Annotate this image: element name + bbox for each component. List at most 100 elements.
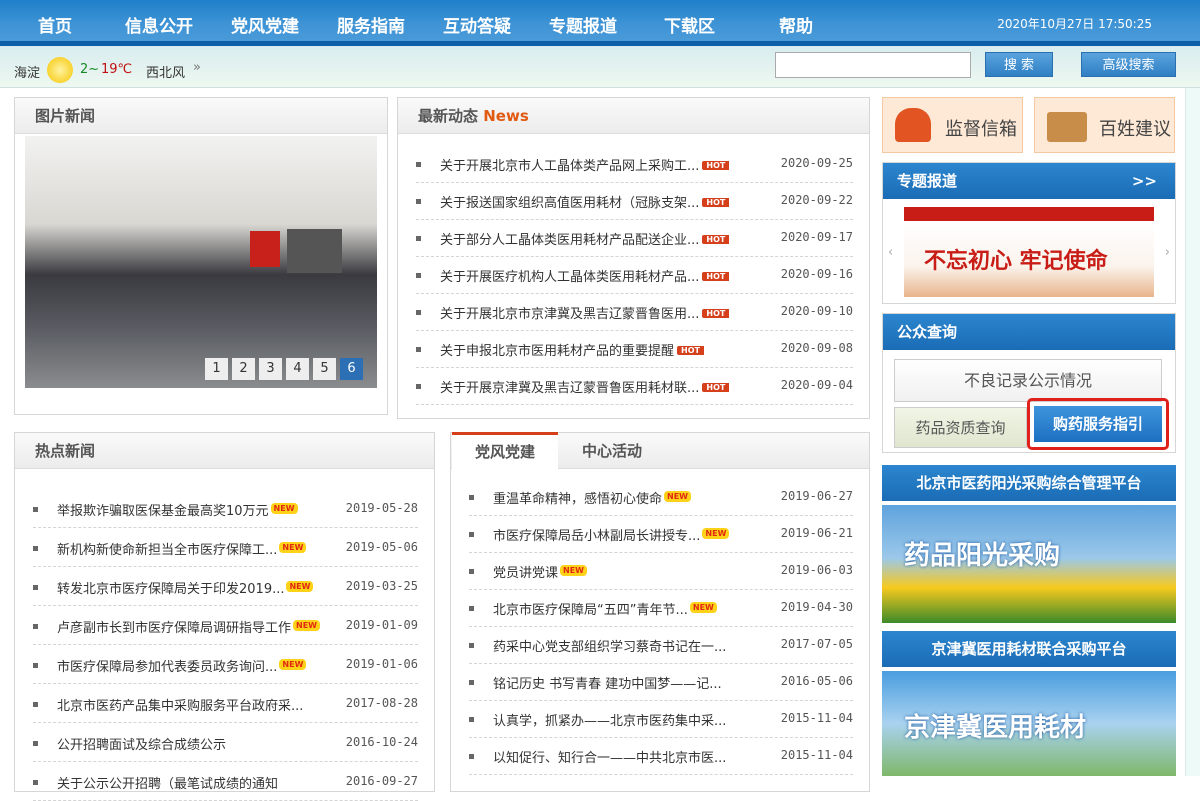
item-title-text: 市医疗保障局岳小林副局长讲授专...	[493, 529, 701, 544]
platform1-banner[interactable]: 药品阳光采购	[882, 505, 1176, 623]
bad-record-button[interactable]: 不良记录公示情况	[894, 359, 1162, 402]
hot-badge: HOT	[702, 198, 730, 207]
page-6-active[interactable]: 6	[340, 358, 363, 380]
nav-qa[interactable]: 互动答疑	[443, 12, 511, 37]
item-date: 2019-06-27	[780, 489, 853, 503]
item-date: 2015-11-04	[780, 711, 853, 725]
new-badge: NEW	[270, 503, 298, 514]
item-title[interactable]: 药采中心党支部组织学习蔡奇书记在一...	[493, 636, 726, 655]
list-item[interactable]: 市医疗保障局参加代表委员政务询问... NEW 2019-01-06	[33, 647, 418, 684]
list-item[interactable]: 以知促行、知行合一——中共北京市医... 2015-11-04	[469, 738, 853, 775]
item-title[interactable]: 关于开展北京市人工晶体类产品网上采购工... HOT	[440, 155, 730, 174]
special-banner[interactable]: 不忘初心 牢记使命	[904, 207, 1154, 297]
item-title[interactable]: 认真学，抓紧办——北京市医药集中采...	[493, 710, 726, 729]
list-item[interactable]: 关于公示公开招聘（最笔试成绩的通知 2016-09-27	[33, 764, 418, 801]
item-title[interactable]: 关于开展京津冀及黑吉辽蒙晋鲁医用耗材联... HOT	[440, 377, 730, 396]
list-item[interactable]: 卢彦副市长到市医疗保障局调研指导工作 NEW 2019-01-09	[33, 608, 418, 645]
page-2[interactable]: 2	[232, 358, 255, 380]
item-title[interactable]: 市医疗保障局参加代表委员政务询问... NEW	[57, 656, 307, 675]
list-item[interactable]: 关于部分人工晶体类医用耗材产品配送企业... HOT 2020-09-17	[416, 220, 853, 257]
item-title[interactable]: 党员讲党课 NEW	[493, 562, 587, 581]
item-title[interactable]: 新机构新使命新担当全市医疗保障工... NEW	[57, 539, 307, 558]
nav-home[interactable]: 首页	[38, 12, 72, 37]
nav-download[interactable]: 下载区	[664, 12, 715, 37]
weather-more[interactable]: »	[193, 60, 201, 75]
advanced-search-button[interactable]: 高级搜索	[1081, 52, 1176, 77]
list-item[interactable]: 铭记历史 书写青春 建功中国梦——记... 2016-05-06	[469, 664, 853, 701]
prev-arrow-icon[interactable]: ‹	[888, 245, 893, 260]
item-date: 2019-06-21	[780, 526, 853, 540]
tab-center-activity[interactable]: 中心活动	[559, 433, 665, 469]
photo-news-image[interactable]: 1 2 3 4 5 6	[25, 136, 377, 388]
item-title-text: 关于开展北京市人工晶体类产品网上采购工...	[440, 159, 700, 174]
list-item[interactable]: 重温革命精神，感悟初心使命 NEW 2019-06-27	[469, 479, 853, 516]
bullet-icon	[33, 702, 38, 707]
page-1[interactable]: 1	[205, 358, 228, 380]
list-item[interactable]: 关于开展北京市京津冀及黑吉辽蒙晋鲁医用... HOT 2020-09-10	[416, 294, 853, 331]
wind: 西北风	[146, 66, 186, 81]
nav-help[interactable]: 帮助	[779, 12, 813, 37]
page-5[interactable]: 5	[313, 358, 336, 380]
list-item[interactable]: 关于报送国家组织高值医用耗材（冠脉支架... HOT 2020-09-22	[416, 183, 853, 220]
list-item[interactable]: 关于开展北京市人工晶体类产品网上采购工... HOT 2020-09-25	[416, 146, 853, 183]
item-title-text: 关于申报北京市医用耗材产品的重要提醒	[440, 344, 675, 359]
bullet-icon	[33, 507, 38, 512]
item-date: 2020-09-25	[780, 156, 853, 170]
item-title[interactable]: 举报欺诈骗取医保基金最高奖10万元 NEW	[57, 500, 298, 519]
drug-qualification-button[interactable]: 药品资质查询	[894, 407, 1027, 448]
next-arrow-icon[interactable]: ›	[1165, 245, 1170, 260]
suggest-button[interactable]: 百姓建议	[1034, 97, 1175, 153]
list-item[interactable]: 公开招聘面试及综合成绩公示 2016-10-24	[33, 725, 418, 762]
special-more[interactable]: >>	[1132, 163, 1157, 199]
nav-special[interactable]: 专题报道	[549, 12, 617, 37]
list-item[interactable]: 关于申报北京市医用耗材产品的重要提醒 HOT 2020-09-08	[416, 331, 853, 368]
platform2-banner[interactable]: 京津冀医用耗材	[882, 671, 1176, 776]
item-date: 2016-10-24	[345, 735, 418, 749]
list-item[interactable]: 新机构新使命新担当全市医疗保障工... NEW 2019-05-06	[33, 530, 418, 567]
item-title[interactable]: 北京市医疗保障局“五四”青年节... NEW	[493, 599, 717, 618]
temp-high: 19℃	[101, 62, 133, 77]
platform1-title[interactable]: 北京市医药阳光采购综合管理平台	[882, 465, 1176, 501]
search-button[interactable]: 搜 索	[985, 52, 1053, 77]
item-title-text: 关于开展京津冀及黑吉辽蒙晋鲁医用耗材联...	[440, 381, 700, 396]
item-title[interactable]: 重温革命精神，感悟初心使命 NEW	[493, 488, 691, 507]
item-title[interactable]: 关于申报北京市医用耗材产品的重要提醒 HOT	[440, 340, 704, 359]
search-input[interactable]	[775, 52, 971, 78]
item-title[interactable]: 关于报送国家组织高值医用耗材（冠脉支架... HOT	[440, 192, 730, 211]
item-title[interactable]: 转发北京市医疗保障局关于印发2019... NEW	[57, 578, 314, 597]
bullet-icon	[469, 495, 474, 500]
hot-badge: HOT	[702, 272, 730, 281]
list-item[interactable]: 关于开展京津冀及黑吉辽蒙晋鲁医用耗材联... HOT 2020-09-04	[416, 368, 853, 405]
buy-guide-button[interactable]: 购药服务指引	[1034, 406, 1162, 442]
nav-info[interactable]: 信息公开	[125, 12, 193, 37]
list-item[interactable]: 党员讲党课 NEW 2019-06-03	[469, 553, 853, 590]
item-title[interactable]: 关于开展北京市京津冀及黑吉辽蒙晋鲁医用... HOT	[440, 303, 730, 322]
nav-party[interactable]: 党风党建	[231, 12, 299, 37]
item-date: 2017-08-28	[345, 696, 418, 710]
item-title[interactable]: 市医疗保障局岳小林副局长讲授专... NEW	[493, 525, 730, 544]
platform2-title[interactable]: 京津冀医用耗材联合采购平台	[882, 631, 1176, 667]
nav-service[interactable]: 服务指南	[337, 12, 405, 37]
tab-party[interactable]: 党风党建	[452, 432, 558, 470]
item-title[interactable]: 北京市医药产品集中采购服务平台政府采...	[57, 695, 303, 714]
flag-decor	[250, 231, 280, 267]
item-title[interactable]: 关于开展医疗机构人工晶体类医用耗材产品... HOT	[440, 266, 730, 285]
mailbox-button[interactable]: 监督信箱	[882, 97, 1023, 153]
list-item[interactable]: 市医疗保障局岳小林副局长讲授专... NEW 2019-06-21	[469, 516, 853, 553]
bullet-icon	[416, 310, 421, 315]
item-title[interactable]: 铭记历史 书写青春 建功中国梦——记...	[493, 673, 722, 692]
item-title[interactable]: 关于部分人工晶体类医用耗材产品配送企业... HOT	[440, 229, 730, 248]
page-3[interactable]: 3	[259, 358, 282, 380]
item-title[interactable]: 以知促行、知行合一——中共北京市医...	[493, 747, 726, 766]
sub-bar: 海淀 2~ 19℃ 西北风 » 搜 索 高级搜索	[0, 46, 1200, 88]
list-item[interactable]: 举报欺诈骗取医保基金最高奖10万元 NEW 2019-05-28	[33, 491, 418, 528]
list-item[interactable]: 北京市医药产品集中采购服务平台政府采... 2017-08-28	[33, 686, 418, 723]
item-title[interactable]: 公开招聘面试及综合成绩公示	[57, 734, 226, 753]
list-item[interactable]: 认真学，抓紧办——北京市医药集中采... 2015-11-04	[469, 701, 853, 738]
list-item[interactable]: 关于开展医疗机构人工晶体类医用耗材产品... HOT 2020-09-16	[416, 257, 853, 294]
list-item[interactable]: 药采中心党支部组织学习蔡奇书记在一... 2017-07-05	[469, 627, 853, 664]
list-item[interactable]: 北京市医疗保障局“五四”青年节... NEW 2019-04-30	[469, 590, 853, 627]
page-4[interactable]: 4	[286, 358, 309, 380]
item-title[interactable]: 卢彦副市长到市医疗保障局调研指导工作 NEW	[57, 617, 320, 636]
list-item[interactable]: 转发北京市医疗保障局关于印发2019... NEW 2019-03-25	[33, 569, 418, 606]
